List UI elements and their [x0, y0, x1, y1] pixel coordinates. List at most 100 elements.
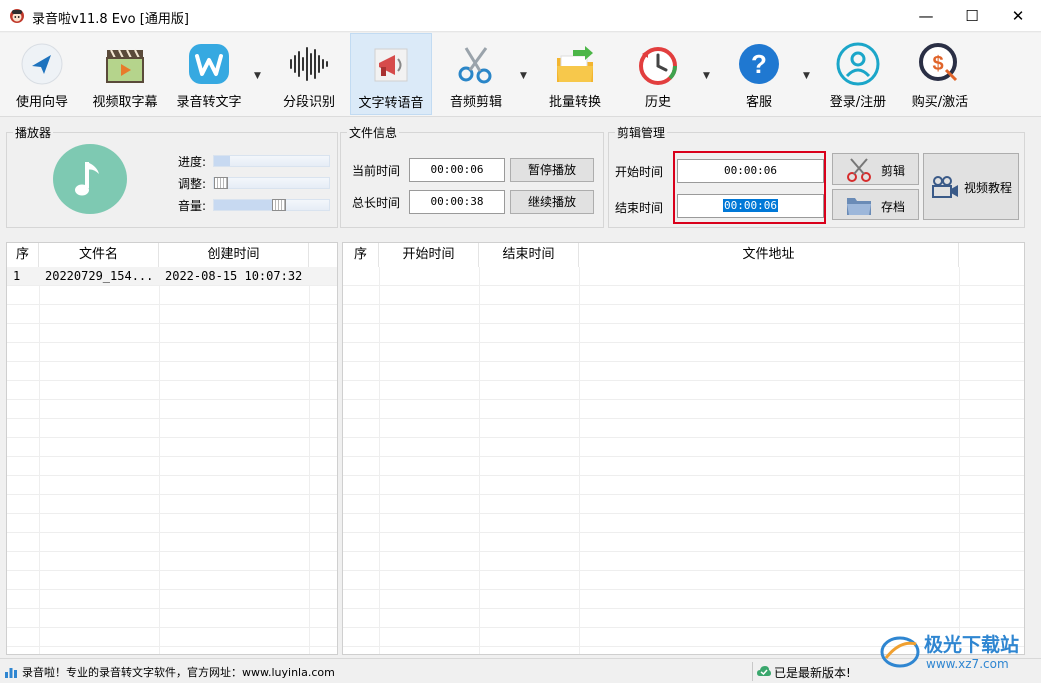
empty-table-row — [343, 362, 1024, 381]
video-tutorial-label: 视频教程 — [964, 181, 1013, 195]
video-tutorial-button[interactable]: 视频教程 — [923, 153, 1019, 220]
tool-guide-label: 使用向导 — [15, 95, 68, 110]
clip-list-table[interactable]: 序 开始时间 结束时间 文件地址 — [342, 242, 1025, 655]
customer-service-dropdown-icon[interactable]: ▼ — [803, 71, 810, 81]
clip-list-header-start[interactable]: 开始时间 — [379, 243, 479, 267]
empty-table-row — [343, 381, 1024, 400]
clip-list-header-path[interactable]: 文件地址 — [579, 243, 959, 267]
save-button[interactable]: 存档 — [832, 189, 919, 220]
player-group: 播放器 进度: 调整: 音量: — [6, 124, 338, 228]
empty-table-row — [7, 533, 337, 552]
empty-table-row — [343, 571, 1024, 590]
tool-audio-edit[interactable]: 音频剪辑 — [438, 33, 514, 115]
progress-slider[interactable] — [213, 155, 330, 167]
tool-history[interactable]: 历史 — [620, 33, 696, 115]
empty-table-row — [343, 305, 1024, 324]
audio-edit-dropdown-icon[interactable]: ▼ — [520, 71, 527, 81]
watermark-logo-icon — [880, 636, 920, 668]
volume-slider-thumb[interactable] — [271, 199, 286, 211]
file-info-group-title: 文件信息 — [347, 124, 400, 141]
clip-list-header-end[interactable]: 结束时间 — [479, 243, 579, 267]
megaphone-icon — [374, 48, 408, 82]
minimize-button[interactable]: — — [903, 0, 949, 32]
empty-table-row — [7, 324, 337, 343]
clip-group-title: 剪辑管理 — [615, 124, 668, 141]
empty-table-row — [7, 571, 337, 590]
empty-table-row — [343, 457, 1024, 476]
current-time-field[interactable]: 00:00:06 — [409, 158, 505, 182]
empty-table-row — [343, 438, 1024, 457]
version-status: 已是最新版本! — [774, 666, 851, 680]
pause-button[interactable]: 暂停播放 — [510, 158, 594, 182]
player-group-title: 播放器 — [13, 124, 54, 141]
tool-login-register[interactable]: 登录/注册 — [820, 33, 896, 115]
empty-table-row — [343, 343, 1024, 362]
volume-slider[interactable] — [213, 199, 330, 211]
watermark: 极光下载站 www.xz7.com — [880, 630, 1030, 680]
folder-icon — [847, 198, 871, 215]
volume-label: 音量: — [178, 199, 207, 213]
adjust-slider[interactable] — [213, 177, 330, 189]
empty-table-row — [343, 590, 1024, 609]
main-toolbar: 使用向导 视频取字幕 录音转文字 ▼ 分段识别 文字转语音 音频剪辑 ▼ 批量转… — [0, 33, 1041, 117]
tool-history-label: 历史 — [644, 95, 671, 110]
file-row-created: 2022-08-15 10:07:32 — [165, 269, 303, 283]
adjust-slider-thumb[interactable] — [214, 177, 228, 189]
purchase-coin-icon: $ — [919, 43, 958, 82]
history-clock-icon — [639, 47, 677, 85]
tool-customer-service-label: 客服 — [745, 95, 772, 110]
file-row-index: 1 — [13, 269, 21, 283]
tool-login-register-label: 登录/注册 — [829, 95, 887, 110]
empty-table-row — [7, 590, 337, 609]
tool-text-to-speech-label: 文字转语音 — [358, 96, 424, 111]
tool-audio-edit-label: 音频剪辑 — [449, 95, 502, 110]
tool-audio-to-text[interactable]: 录音转文字 — [170, 33, 248, 115]
folder-arrow-icon — [557, 46, 593, 82]
tool-batch-convert-label: 批量转换 — [548, 95, 601, 110]
progress-label: 进度: — [178, 155, 207, 169]
clip-list-header-index[interactable]: 序 — [343, 243, 379, 267]
tool-segment-recognition[interactable]: 分段识别 — [270, 33, 348, 115]
file-list-table[interactable]: 序 文件名 创建时间 1 20220729_154... 2022-08-15 … — [6, 242, 338, 655]
cut-button[interactable]: 剪辑 — [832, 153, 919, 185]
tool-customer-service[interactable]: ? 客服 — [720, 33, 798, 115]
tool-video-subtitle[interactable]: 视频取字幕 — [86, 33, 164, 115]
app-logo-icon — [10, 9, 24, 23]
table-row[interactable]: 1 20220729_154... 2022-08-15 10:07:32 — [7, 267, 337, 286]
file-list-header-index[interactable]: 序 — [7, 243, 39, 267]
end-time-label: 结束时间 — [615, 201, 664, 215]
total-time-field[interactable]: 00:00:38 — [409, 190, 505, 214]
empty-table-row — [343, 552, 1024, 571]
watermark-title: 极光下载站 — [924, 634, 1020, 656]
empty-table-row — [343, 609, 1024, 628]
waveform-icon — [290, 47, 328, 81]
empty-table-row — [7, 343, 337, 362]
audio-to-text-dropdown-icon[interactable]: ▼ — [254, 71, 261, 81]
tool-guide[interactable]: 使用向导 — [4, 33, 80, 115]
empty-table-row — [343, 419, 1024, 438]
tool-video-subtitle-label: 视频取字幕 — [92, 95, 158, 110]
svg-text:?: ? — [751, 49, 767, 79]
user-login-icon — [836, 42, 880, 86]
history-dropdown-icon[interactable]: ▼ — [703, 71, 710, 81]
bar-chart-icon — [5, 668, 17, 678]
tool-text-to-speech[interactable]: 文字转语音 — [350, 33, 432, 115]
close-button[interactable]: ✕ — [995, 0, 1041, 32]
empty-table-row — [343, 514, 1024, 533]
highlight-box — [673, 151, 826, 224]
file-list-header-created[interactable]: 创建时间 — [159, 243, 309, 267]
empty-table-row — [7, 609, 337, 628]
empty-table-row — [7, 495, 337, 514]
file-info-group: 文件信息 当前时间 00:00:06 暂停播放 总长时间 00:00:38 继续… — [340, 124, 604, 228]
clip-management-group: 剪辑管理 开始时间 00:00:06 结束时间 00:00:06 剪辑 存档 视… — [608, 124, 1025, 228]
file-list-header-name[interactable]: 文件名 — [39, 243, 159, 267]
empty-table-row — [343, 400, 1024, 419]
tool-purchase-activate[interactable]: $ 购买/激活 — [902, 33, 978, 115]
maximize-button[interactable]: ☐ — [949, 0, 995, 32]
resume-button[interactable]: 继续播放 — [510, 190, 594, 214]
tool-audio-to-text-label: 录音转文字 — [176, 95, 242, 110]
svg-text:$: $ — [932, 53, 943, 75]
cut-button-label: 剪辑 — [881, 164, 906, 178]
tool-batch-convert[interactable]: 批量转换 — [536, 33, 614, 115]
empty-table-row — [7, 286, 337, 305]
